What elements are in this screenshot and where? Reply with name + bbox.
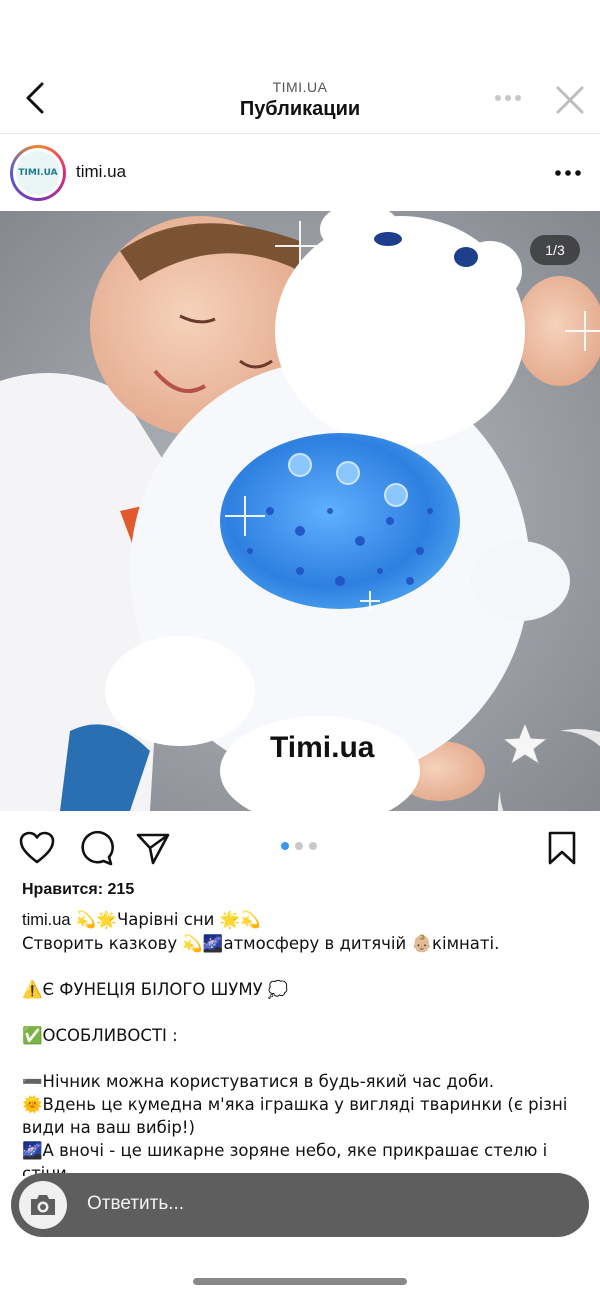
caption-line: ⚠️Є ФУНЕЦІЯ БІЛОГО ШУМУ 💭	[22, 980, 289, 999]
avatar[interactable]: TIMI.UA	[10, 145, 66, 201]
camera-icon	[31, 1195, 55, 1215]
avatar-logo: TIMI.UA	[16, 151, 60, 195]
status-bar	[0, 0, 600, 60]
reply-input[interactable]: Ответить...	[87, 1193, 184, 1215]
top-navigation: TIMI.UA Публикации	[0, 60, 600, 134]
send-icon	[136, 833, 170, 865]
caption-line: ✅ОСОБЛИВОСТІ :	[22, 1026, 178, 1045]
more-horizontal-icon	[555, 170, 581, 176]
bookmark-icon	[548, 831, 576, 865]
post-caption: timi.ua 💫🌟Чарівні сни 🌟💫 Створить казков…	[22, 908, 578, 1176]
caption-line: 🌞Вдень це кумедна м'яка іграшка у вигляд…	[22, 1095, 568, 1137]
post-actions	[0, 820, 600, 876]
post-options-button[interactable]	[550, 161, 586, 185]
photo-illustration	[0, 211, 600, 811]
image-watermark: Timi.ua	[270, 731, 375, 764]
carousel-indicator	[281, 842, 317, 850]
caption-line: 💫🌟Чарівні сни 🌟💫	[70, 910, 261, 929]
likes-count[interactable]: Нравится: 215	[22, 881, 134, 899]
post-image[interactable]: 1/3 Timi.ua	[0, 211, 600, 811]
comment-button[interactable]	[76, 828, 116, 868]
carousel-counter: 1/3	[530, 235, 580, 265]
close-button[interactable]	[552, 82, 588, 118]
caption-username[interactable]: timi.ua	[22, 911, 71, 929]
home-indicator	[193, 1278, 407, 1285]
overlay-more-button[interactable]	[490, 86, 526, 110]
carousel-dot	[295, 842, 303, 850]
camera-button[interactable]	[19, 1181, 67, 1229]
save-button[interactable]	[542, 828, 582, 868]
carousel-dot	[309, 842, 317, 850]
share-button[interactable]	[133, 828, 173, 868]
more-horizontal-icon	[495, 95, 521, 101]
reply-bar[interactable]: Ответить...	[11, 1173, 589, 1237]
caption-spacer	[22, 955, 578, 978]
caption-line: 🌌А вночі - це шикарне зоряне небо, яке п…	[22, 1141, 548, 1176]
post-header: TIMI.UA timi.ua	[0, 135, 600, 211]
like-button[interactable]	[17, 828, 57, 868]
caption-line: Створить казкову 💫🌌атмосферу в дитячій 👶…	[22, 934, 500, 953]
carousel-dot-active	[281, 842, 289, 850]
caption-spacer	[22, 1047, 578, 1070]
post-username[interactable]: timi.ua	[76, 162, 126, 182]
caption-line: ➖Нічник можна користуватися в будь-який …	[22, 1072, 495, 1091]
caption-spacer	[22, 1001, 578, 1024]
heart-icon	[19, 831, 55, 864]
comment-icon	[81, 830, 114, 866]
close-icon	[556, 86, 584, 114]
